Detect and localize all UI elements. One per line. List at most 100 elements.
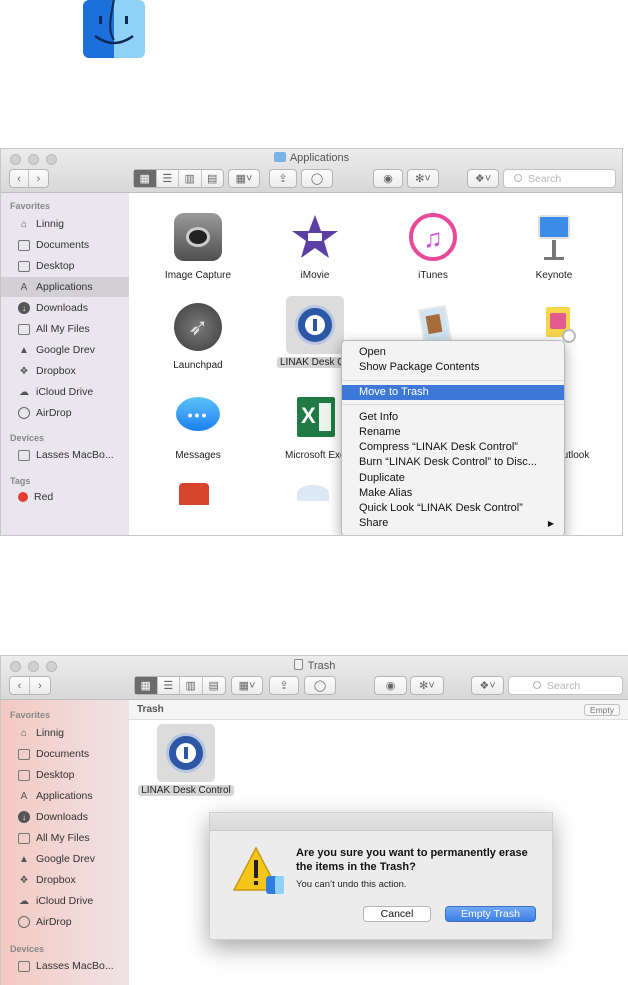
back-forward-control[interactable]: ‹ ›	[9, 169, 49, 188]
menu-item-burn[interactable]: Burn “LINAK Desk Control” to Disc...	[342, 455, 564, 470]
app-image-capture[interactable]: Image Capture	[143, 213, 253, 281]
menu-item-make-alias[interactable]: Make Alias	[342, 486, 564, 501]
sidebar-item-dropbox[interactable]: ❖ Dropbox	[1, 361, 129, 381]
path-bar: Trash Empty	[129, 700, 628, 720]
dropbox-button[interactable]: ❖˅	[467, 169, 499, 188]
search-icon	[514, 174, 522, 182]
all-files-icon	[18, 832, 30, 844]
action-gear-button[interactable]: ✻˅	[410, 676, 444, 695]
submenu-arrow-icon: ▶	[547, 519, 554, 528]
menu-item-rename[interactable]: Rename	[342, 425, 564, 440]
house-icon: ⌂	[20, 727, 28, 739]
sidebar-item-airdrop[interactable]: AirDrop	[1, 912, 129, 932]
sidebar-item-applications[interactable]: A Applications	[1, 786, 129, 806]
itunes-icon: ♫	[409, 213, 457, 261]
sidebar-heading-devices: Devices	[10, 944, 45, 954]
menu-item-open[interactable]: Open	[342, 345, 564, 360]
app-keynote[interactable]: Keynote	[499, 213, 609, 281]
google-drive-icon: ▲	[19, 853, 29, 865]
app-messages[interactable]: ••• Messages	[143, 393, 253, 461]
forward-button[interactable]: ›	[29, 170, 48, 187]
downloads-icon: ↓	[18, 811, 30, 823]
applications-icon: A	[20, 281, 28, 293]
menu-item-move-to-trash[interactable]: Move to Trash	[342, 385, 564, 400]
app-itunes[interactable]: ♫ iTunes	[378, 213, 488, 281]
share-button[interactable]: ⇪	[269, 169, 297, 188]
menu-item-show-package-contents[interactable]: Show Package Contents	[342, 360, 564, 375]
icon-view-button[interactable]: ▦	[134, 170, 157, 187]
menu-item-compress[interactable]: Compress “LINAK Desk Control”	[342, 440, 564, 455]
sidebar-item-all-my-files[interactable]: All My Files	[1, 319, 129, 339]
menu-separator	[342, 380, 564, 381]
sidebar-item-device[interactable]: Lasses MacBo...	[1, 956, 129, 976]
sidebar-heading-favorites: Favorites	[10, 201, 51, 211]
search-icon	[533, 681, 541, 689]
dropbox-button[interactable]: ❖˅	[471, 676, 504, 695]
sidebar-item-icloud-drive[interactable]: ☁ iCloud Drive	[1, 891, 129, 911]
search-input[interactable]: Search	[508, 676, 623, 695]
column-view-button[interactable]: ▥	[180, 677, 203, 694]
empty-trash-button[interactable]: Empty Trash	[445, 906, 536, 922]
share-button[interactable]: ⇪	[269, 676, 299, 695]
sidebar-item-documents[interactable]: Documents	[1, 744, 129, 764]
app-imovie[interactable]: iMovie	[260, 213, 370, 281]
search-input[interactable]: Search	[503, 169, 616, 188]
quicklook-button[interactable]: ◉	[374, 676, 407, 695]
arrange-button[interactable]: ▦˅	[228, 169, 260, 188]
sidebar-item-device[interactable]: Lasses MacBo...	[1, 445, 129, 465]
menu-item-get-info[interactable]: Get Info	[342, 410, 564, 425]
trash-icon	[293, 659, 303, 670]
laptop-icon	[18, 960, 30, 972]
path-title: Trash	[137, 704, 164, 715]
tags-button[interactable]: ◯	[304, 676, 336, 695]
warning-icon	[232, 846, 284, 894]
forward-button[interactable]: ›	[30, 677, 50, 694]
sidebar-item-downloads[interactable]: ↓ Downloads	[1, 807, 129, 827]
sidebar-item-desktop[interactable]: Desktop	[1, 256, 129, 276]
action-gear-button[interactable]: ✻˅	[407, 169, 439, 188]
finder-window-applications: Applications ‹ › ▦ ☰ ▥ ▤ ▦˅ ⇪ ◯ ◉ ✻˅ ❖˅ …	[0, 148, 623, 536]
menu-item-quick-look[interactable]: Quick Look “LINAK Desk Control”	[342, 501, 564, 516]
arrange-button[interactable]: ▦˅	[231, 676, 263, 695]
sidebar-item-linnig[interactable]: ⌂ Linnig	[1, 214, 129, 234]
back-button[interactable]: ‹	[10, 677, 31, 694]
view-mode-control[interactable]: ▦ ☰ ▥ ▤	[133, 169, 224, 188]
list-view-button[interactable]: ☰	[158, 677, 180, 694]
view-mode-control[interactable]: ▦ ☰ ▥ ▤	[134, 676, 226, 695]
cancel-button[interactable]: Cancel	[363, 906, 431, 922]
sidebar-heading-devices: Devices	[10, 433, 45, 443]
sidebar-item-google-drev[interactable]: ▲ Google Drev	[1, 849, 129, 869]
tags-button[interactable]: ◯	[301, 169, 333, 188]
empty-button[interactable]: Empty	[583, 704, 620, 716]
sidebar-item-airdrop[interactable]: AirDrop	[1, 403, 129, 423]
sidebar-item-linnig[interactable]: ⌂ Linnig	[1, 723, 129, 743]
messages-icon: •••	[174, 393, 222, 441]
sidebar-item-desktop[interactable]: Desktop	[1, 765, 129, 785]
sidebar-item-applications[interactable]: A Applications	[1, 277, 129, 297]
sidebar-item-dropbox[interactable]: ❖ Dropbox	[1, 870, 129, 890]
app-launchpad[interactable]: ➶ Launchpad	[143, 303, 253, 371]
quicklook-button[interactable]: ◉	[373, 169, 403, 188]
trash-item-linak[interactable]: LINAK Desk Control	[131, 724, 241, 796]
sidebar-item-google-drev[interactable]: ▲ Google Drev	[1, 340, 129, 360]
sidebar-item-documents[interactable]: Documents	[1, 235, 129, 255]
airdrop-icon	[18, 407, 30, 419]
sidebar-item-icloud-drive[interactable]: ☁ iCloud Drive	[1, 382, 129, 402]
back-button[interactable]: ‹	[10, 170, 30, 187]
coverflow-view-button[interactable]: ▤	[202, 170, 224, 187]
excel-icon: X	[291, 393, 339, 441]
back-forward-control[interactable]: ‹ ›	[9, 676, 51, 695]
sidebar-item-downloads[interactable]: ↓ Downloads	[1, 298, 129, 318]
icon-view-button[interactable]: ▦	[135, 677, 158, 694]
dropbox-icon: ❖	[19, 874, 29, 886]
column-view-button[interactable]: ▥	[179, 170, 202, 187]
menu-item-share[interactable]: Share ▶	[342, 516, 564, 531]
sidebar-item-all-my-files[interactable]: All My Files	[1, 828, 129, 848]
coverflow-view-button[interactable]: ▤	[203, 677, 225, 694]
partial-app-icon	[179, 483, 209, 505]
sidebar-item-tag-red[interactable]: Red	[1, 487, 129, 507]
menu-item-duplicate[interactable]: Duplicate	[342, 471, 564, 486]
applications-icon: A	[20, 790, 28, 802]
list-view-button[interactable]: ☰	[157, 170, 179, 187]
house-icon: ⌂	[20, 218, 28, 230]
